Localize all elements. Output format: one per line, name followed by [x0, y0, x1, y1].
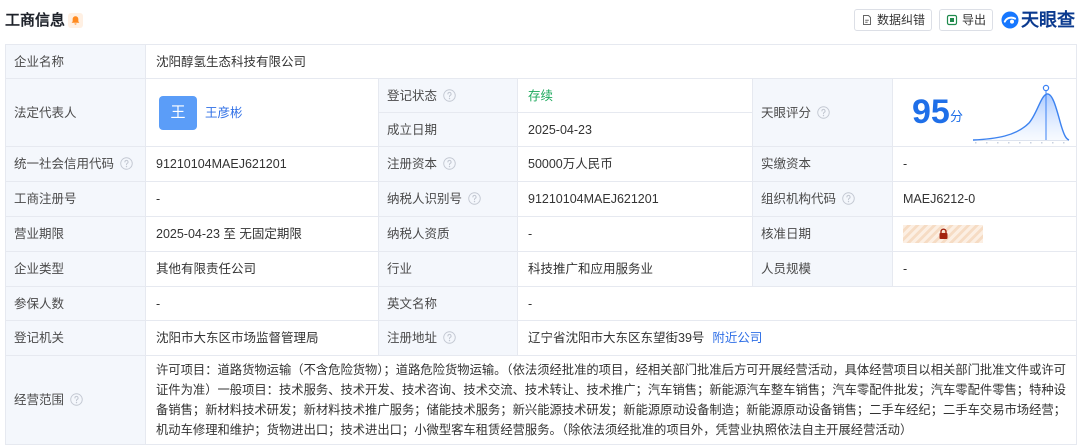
taxpayer-qualification-value: - — [517, 216, 753, 252]
registered-capital-label-cell: 注册资本 — [378, 146, 518, 182]
score-distribution-area — [973, 93, 1069, 140]
registration-authority-value: 沈阳市大东区市场监督管理局 — [145, 320, 379, 356]
approval-date-label: 核准日期 — [752, 216, 893, 252]
tianyan-score-label-cell: 天眼评分 — [752, 78, 893, 147]
registered-address-cell: 辽宁省沈阳市大东区东望街39号 附近公司 — [517, 320, 1077, 356]
registered-address-label: 注册地址 — [387, 331, 438, 345]
tianyan-score-cell: 95 分 — [892, 78, 1077, 147]
data-correction-button[interactable]: 数据纠错 — [853, 9, 932, 31]
info-icon[interactable] — [120, 157, 133, 170]
business-scope-value: 许可项目：道路货物运输（不含危险货物）；道路危险货物运输。（依法须经批准的项目，… — [156, 363, 1066, 437]
company-name-value: 沈阳醇氢生态科技有限公司 — [145, 44, 1077, 79]
business-scope-label: 经营范围 — [14, 393, 65, 407]
score-marker-dot — [1042, 84, 1050, 92]
taxpayer-id-label-cell: 纳税人识别号 — [378, 181, 518, 217]
export-label: 导出 — [961, 13, 986, 27]
business-scope-cell: 许可项目：道路货物运输（不含危险货物）；道路危险货物运输。（依法须经批准的项目，… — [145, 355, 1077, 445]
business-info-table: 企业名称 沈阳醇氢生态科技有限公司 法定代表人 王 王彦彬 登记状态 存续 天眼… — [5, 44, 1077, 445]
info-icon[interactable] — [443, 157, 456, 170]
bell-icon[interactable] — [68, 13, 83, 28]
info-icon[interactable] — [443, 88, 456, 102]
tianyan-score-label: 天眼评分 — [761, 105, 812, 120]
registered-address-label-cell: 注册地址 — [378, 320, 518, 356]
table-row: 登记机关 沈阳市大东区市场监督管理局 注册地址 辽宁省沈阳市大东区东望街39号附… — [5, 320, 1077, 356]
info-icon[interactable] — [817, 105, 830, 119]
industry-value: 科技推广和应用服务业 — [517, 251, 753, 287]
registration-status-label-cell: 登记状态 — [378, 78, 518, 113]
paid-in-capital-value: - — [892, 146, 1077, 182]
tianyancha-logo-icon — [1001, 11, 1019, 29]
company-type-label: 企业类型 — [5, 251, 146, 287]
table-row: 统一社会信用代码 91210104MAEJ621201 注册资本 50000万人… — [5, 146, 1077, 182]
business-reg-no-label: 工商注册号 — [5, 181, 146, 217]
score-axis-ticks — [975, 142, 1065, 144]
table-row: 营业期限 2025-04-23 至 无固定期限 纳税人资质 - 核准日期 — [5, 216, 1077, 252]
table-row: 企业类型 其他有限责任公司 行业 科技推广和应用服务业 人员规模 - — [5, 251, 1077, 287]
taxpayer-id-label: 纳税人识别号 — [387, 192, 463, 206]
credit-code-value: 91210104MAEJ621201 — [145, 146, 379, 182]
business-reg-no-value: - — [145, 181, 379, 217]
table-row: 企业名称 沈阳醇氢生态科技有限公司 — [5, 44, 1077, 79]
edit-document-icon — [862, 15, 871, 25]
credit-code-label: 统一社会信用代码 — [14, 157, 115, 171]
section-title: 工商信息 — [5, 12, 66, 29]
info-icon[interactable] — [443, 331, 456, 344]
legal-rep: 王 王彦彬 — [159, 95, 368, 130]
insured-count-label: 参保人数 — [5, 286, 146, 321]
tianyan-score: 95 分 — [894, 80, 1076, 146]
info-icon[interactable] — [468, 192, 481, 205]
registered-capital-label: 注册资本 — [387, 157, 438, 171]
table-row: 法定代表人 王 王彦彬 登记状态 存续 天眼评分 95 分 — [5, 78, 1077, 147]
org-code-label-cell: 组织机构代码 — [752, 181, 893, 217]
avatar[interactable]: 王 — [159, 95, 197, 130]
lock-icon — [939, 228, 947, 239]
insured-count-value: - — [145, 286, 379, 321]
registered-address-value: 辽宁省沈阳市大东区东望街39号 — [528, 331, 705, 345]
legal-rep-label: 法定代表人 — [5, 78, 146, 147]
export-icon — [946, 14, 958, 26]
brand-name: 天眼查 — [1021, 10, 1075, 30]
english-name-value: - — [517, 286, 1077, 321]
info-icon[interactable] — [842, 192, 855, 205]
business-term-value: 2025-04-23 至 无固定期限 — [145, 216, 379, 252]
approval-date-value-cell — [892, 216, 1077, 252]
business-scope-label-cell: 经营范围 — [5, 355, 146, 445]
score-distribution-chart — [972, 84, 1070, 144]
table-row: 工商注册号 - 纳税人识别号 91210104MAEJ621201 组织机构代码… — [5, 181, 1077, 217]
credit-code-label-cell: 统一社会信用代码 — [5, 146, 146, 182]
registration-status-value: 存续 — [517, 78, 753, 113]
established-date-label: 成立日期 — [378, 112, 518, 147]
paid-in-capital-label: 实缴资本 — [752, 146, 893, 182]
established-date-value: 2025-04-23 — [517, 112, 753, 147]
legal-rep-cell: 王 王彦彬 — [145, 78, 379, 147]
staff-size-value: - — [892, 251, 1077, 287]
section-header: 工商信息 数据纠错 导出 天眼查 — [0, 0, 1080, 44]
staff-size-label: 人员规模 — [752, 251, 893, 287]
tianyan-score-value: 95 — [912, 93, 950, 131]
export-button[interactable]: 导出 — [938, 9, 993, 31]
industry-label: 行业 — [378, 251, 518, 287]
brand-logo[interactable]: 天眼查 — [1001, 8, 1075, 32]
registration-authority-label: 登记机关 — [5, 320, 146, 356]
approval-date-locked-field[interactable] — [903, 225, 983, 243]
table-row: 经营范围 许可项目：道路货物运输（不含危险货物）；道路危险货物运输。（依法须经批… — [5, 355, 1077, 445]
org-code-value: MAEJ6212-0 — [892, 181, 1077, 217]
business-term-label: 营业期限 — [5, 216, 146, 252]
tianyan-score-unit: 分 — [950, 109, 964, 124]
registered-capital-value: 50000万人民币 — [517, 146, 753, 182]
taxpayer-id-value: 91210104MAEJ621201 — [517, 181, 753, 217]
legal-rep-name-link[interactable]: 王彦彬 — [205, 104, 243, 122]
english-name-label: 英文名称 — [378, 286, 518, 321]
info-icon[interactable] — [70, 393, 83, 406]
table-row: 参保人数 - 英文名称 - — [5, 286, 1077, 321]
data-correction-label: 数据纠错 — [876, 13, 925, 27]
company-name-label: 企业名称 — [5, 44, 146, 79]
company-type-value: 其他有限责任公司 — [145, 251, 379, 287]
header-actions: 数据纠错 导出 天眼查 — [853, 8, 1075, 32]
nearby-companies-link[interactable]: 附近公司 — [712, 331, 762, 345]
org-code-label: 组织机构代码 — [761, 192, 837, 206]
taxpayer-qualification-label: 纳税人资质 — [378, 216, 518, 252]
registration-status-label: 登记状态 — [387, 88, 438, 103]
